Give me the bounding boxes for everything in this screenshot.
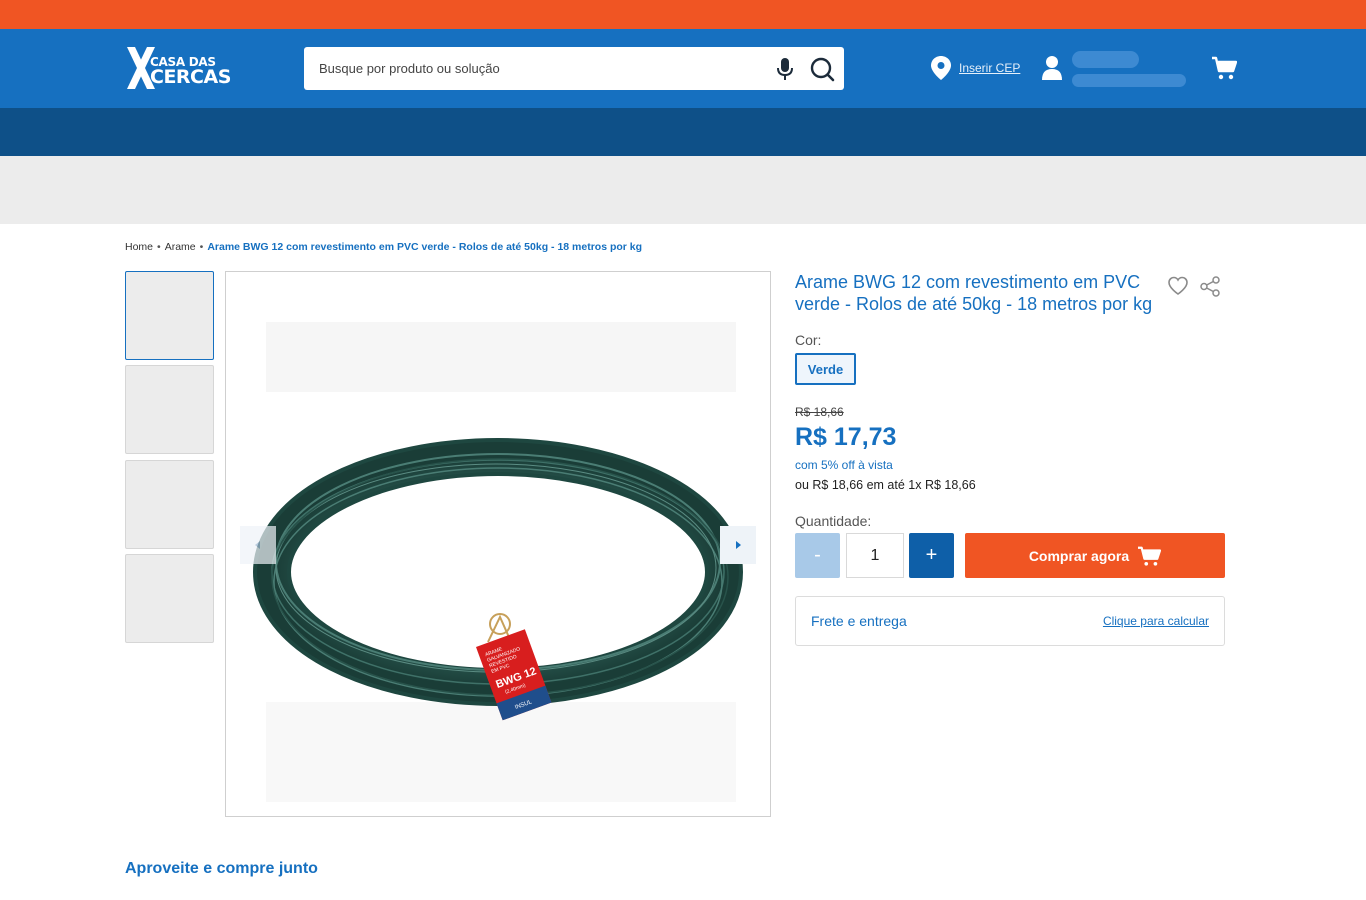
shipping-calculator: Frete e entrega Clique para calcular — [795, 596, 1225, 646]
logo-wordmark: CASA DAS CERCAS — [150, 56, 231, 87]
quantity-label: Quantidade: — [795, 513, 872, 529]
site-header: CASA DAS CERCAS Inserir CEP — [0, 29, 1366, 108]
gallery-next-button[interactable] — [720, 526, 756, 564]
quantity-decrease-button[interactable]: - — [795, 533, 840, 578]
shipping-calculate-link[interactable]: Clique para calcular — [1103, 614, 1209, 628]
user-icon[interactable] — [1041, 55, 1063, 81]
chevron-right-icon — [736, 541, 741, 549]
breadcrumb-category[interactable]: Arame — [165, 241, 196, 253]
gallery-thumbnail-2[interactable] — [125, 365, 214, 454]
top-promo-strip — [0, 0, 1366, 29]
cart-icon[interactable] — [1211, 55, 1237, 81]
site-logo[interactable]: CASA DAS CERCAS — [125, 45, 235, 91]
breadcrumb-separator: • — [157, 241, 161, 253]
chevron-left-icon — [255, 541, 260, 549]
heart-icon[interactable] — [1167, 276, 1189, 296]
cep-link[interactable]: Inserir CEP — [959, 61, 1020, 75]
logo-line2: CERCAS — [150, 66, 231, 88]
search-icon[interactable] — [809, 56, 835, 82]
old-price: R$ 18,66 — [795, 405, 844, 419]
search-input[interactable] — [304, 47, 764, 90]
current-price: R$ 17,73 — [795, 423, 897, 451]
product-main-image[interactable]: ARAME GALVANIZADO REVESTIDO EM PVC BWG 1… — [225, 271, 771, 817]
share-icon[interactable] — [1200, 276, 1221, 297]
pin-icon — [931, 56, 951, 80]
buy-now-label: Comprar agora — [1028, 547, 1130, 564]
breadcrumb-home[interactable]: Home — [125, 241, 153, 253]
category-nav-bar — [0, 108, 1366, 156]
cart-icon — [1138, 546, 1162, 566]
gallery-thumbnail-1[interactable] — [125, 271, 214, 360]
account-loading-placeholder — [1072, 51, 1139, 68]
buy-together-heading: Aproveite e compre junto — [125, 860, 318, 877]
wire-coil-image: ARAME GALVANIZADO REVESTIDO EM PVC BWG 1… — [253, 322, 743, 802]
gallery-prev-button[interactable] — [240, 526, 276, 564]
shipping-label: Frete e entrega — [811, 613, 907, 629]
color-label: Cor: — [795, 332, 822, 348]
breadcrumb-current: Arame BWG 12 com revestimento em PVC ver… — [207, 241, 643, 253]
product-title: Arame BWG 12 com revestimento em PVC ver… — [795, 272, 1153, 314]
promo-banner-placeholder — [0, 156, 1366, 224]
mic-icon[interactable] — [776, 57, 794, 81]
color-option-verde[interactable]: Verde — [795, 353, 856, 385]
gallery-thumbnail-3[interactable] — [125, 460, 214, 549]
search-bar — [304, 47, 844, 90]
gallery-thumbnail-4[interactable] — [125, 554, 214, 643]
installments-text: ou R$ 18,66 em até 1x R$ 18,66 — [795, 478, 976, 492]
cash-discount-text: com 5% off à vista — [795, 458, 893, 472]
breadcrumb-separator: • — [199, 241, 204, 253]
buy-now-button[interactable]: Comprar agora — [965, 533, 1225, 578]
account-loading-placeholder-secondary — [1072, 74, 1186, 87]
breadcrumb: Home • Arame • Arame BWG 12 com revestimento… — [125, 241, 642, 253]
quantity-increase-button[interactable]: + — [909, 533, 954, 578]
quantity-input[interactable] — [846, 533, 904, 578]
